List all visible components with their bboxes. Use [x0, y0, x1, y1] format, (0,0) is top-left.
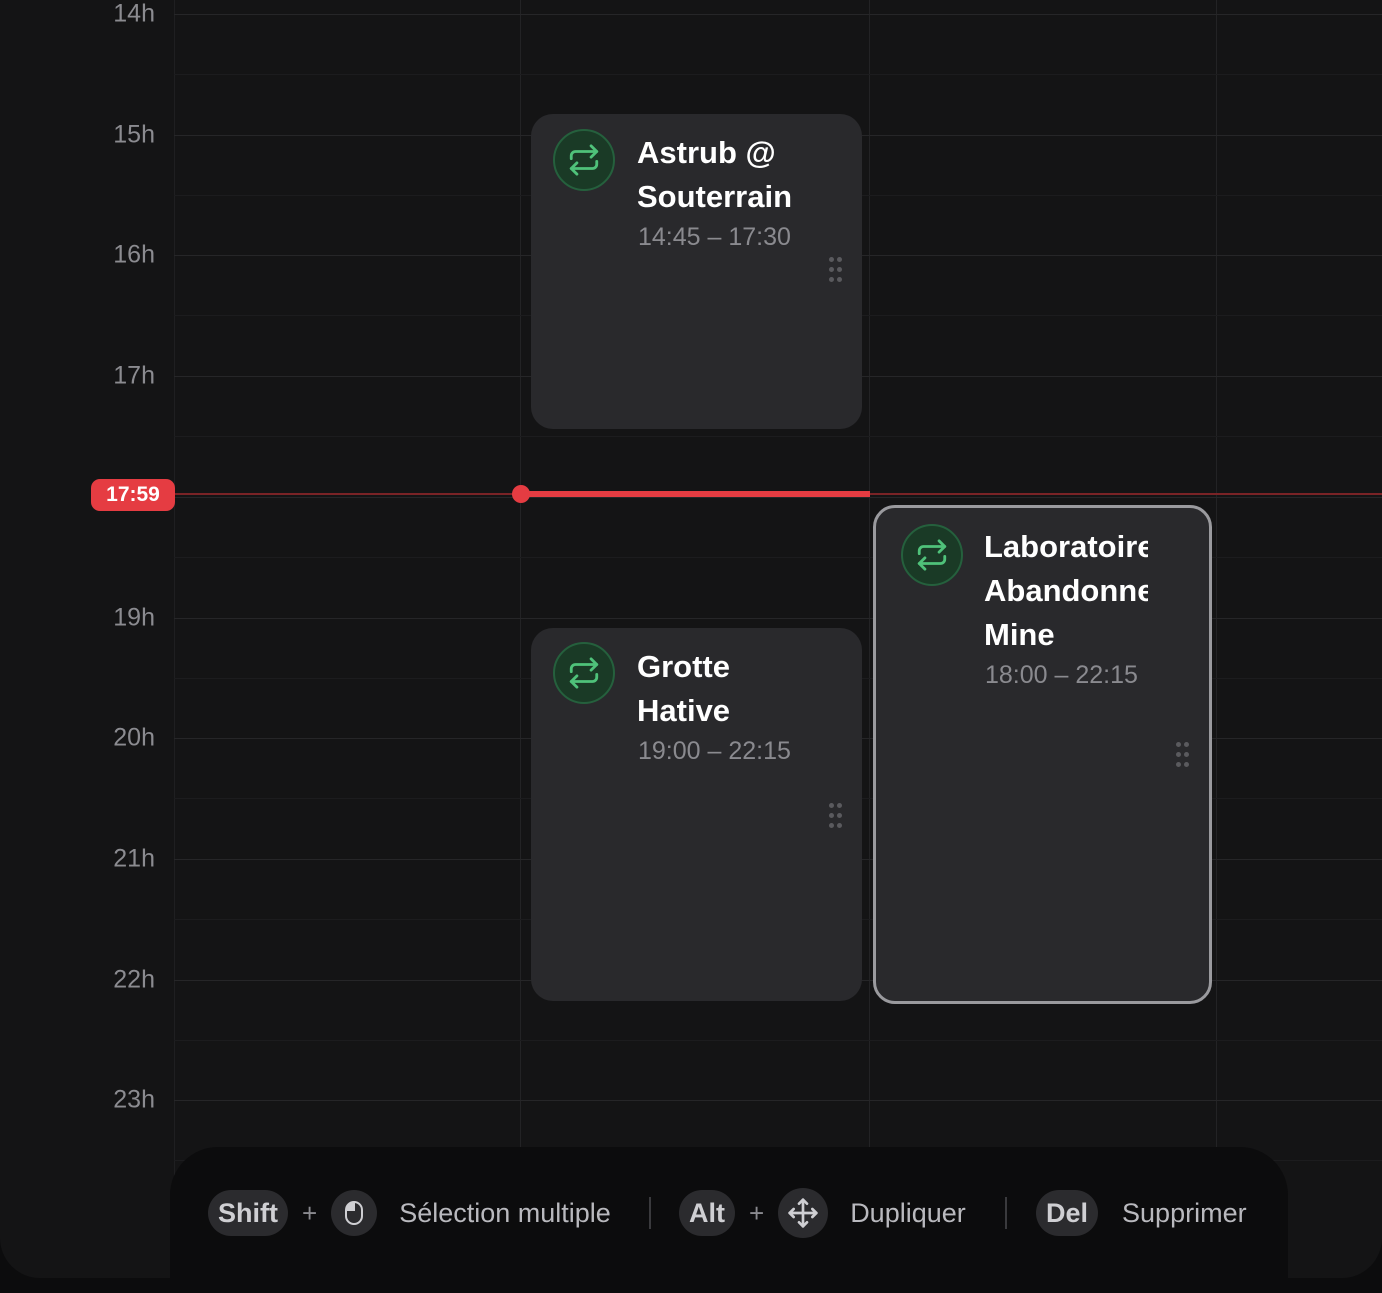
event-time: 14:45 – 17:30 — [638, 223, 791, 251]
hour-label: 23h — [113, 1085, 155, 1114]
shortcut-label: Supprimer — [1122, 1197, 1247, 1228]
day-column-divider — [1216, 0, 1217, 1278]
drag-handle-icon[interactable] — [829, 257, 843, 283]
event-title: Grotte Hative — [637, 649, 731, 728]
shortcut-duplicate: Alt + Dupliquer — [679, 1188, 966, 1238]
hour-label: 22h — [113, 965, 155, 994]
plus-sign: + — [302, 1197, 318, 1228]
hour-label: 15h — [113, 120, 155, 149]
hour-gridline — [174, 14, 1382, 15]
hour-gridline — [174, 497, 1382, 498]
hour-label: 21h — [113, 844, 155, 873]
mouse-icon — [331, 1190, 378, 1236]
drag-handle-icon[interactable] — [1176, 742, 1190, 768]
move-icon — [778, 1188, 829, 1238]
repeat-icon — [553, 642, 615, 704]
current-time-dot — [512, 485, 530, 503]
shortcut-multi-select: Shift + Sélection multiple — [208, 1190, 611, 1236]
half-hour-gridline — [174, 74, 1382, 75]
repeat-icon — [553, 129, 615, 191]
event-astrub-souterrain[interactable]: Astrub @ Souterrain 14:45 – 17:30 — [531, 114, 862, 429]
repeat-icon — [901, 524, 963, 586]
event-time: 19:00 – 22:15 — [638, 737, 791, 765]
event-grotte-hative[interactable]: Grotte Hative 19:00 – 22:15 — [531, 628, 862, 1001]
event-laboratoire-abandonne-mine[interactable]: Laboratoire Abandonne Mine 18:00 – 22:15 — [873, 505, 1212, 1004]
alt-key-badge: Alt — [679, 1190, 735, 1236]
day-column-divider — [520, 0, 521, 1278]
event-time: 18:00 – 22:15 — [985, 661, 1138, 689]
hour-gridline — [174, 1100, 1382, 1101]
event-title: Astrub @ Souterrain — [637, 135, 793, 214]
hour-label: 17h — [113, 361, 155, 390]
app-root: 14h 15h 16h 17h 19h 20h 21h 22h 23h 17:59 Astrub… — [0, 0, 1382, 1293]
hour-label: 20h — [113, 723, 155, 752]
shift-key-badge: Shift — [208, 1190, 288, 1236]
half-hour-gridline — [174, 1040, 1382, 1041]
del-key-badge: Del — [1036, 1190, 1099, 1236]
shortcut-delete: Del Supprimer — [1036, 1190, 1247, 1236]
event-title: Laboratoire Abandonne Mine — [984, 529, 1148, 652]
half-hour-gridline — [174, 436, 1382, 437]
time-gutter-divider — [174, 0, 175, 1278]
plus-sign: + — [749, 1197, 765, 1228]
hour-label: 19h — [113, 603, 155, 632]
calendar-panel: 14h 15h 16h 17h 19h 20h 21h 22h 23h 17:59 Astrub… — [0, 0, 1382, 1278]
shortcut-label: Sélection multiple — [399, 1197, 611, 1228]
shortcut-separator — [649, 1197, 651, 1229]
hour-label: 16h — [113, 240, 155, 269]
hour-label: 14h — [113, 0, 155, 28]
shortcut-separator — [1005, 1197, 1007, 1229]
current-time-line-today — [520, 491, 870, 497]
shortcut-label: Dupliquer — [850, 1197, 966, 1228]
day-column-divider — [869, 0, 870, 1278]
current-time-badge: 17:59 — [91, 479, 175, 511]
drag-handle-icon[interactable] — [829, 803, 843, 829]
